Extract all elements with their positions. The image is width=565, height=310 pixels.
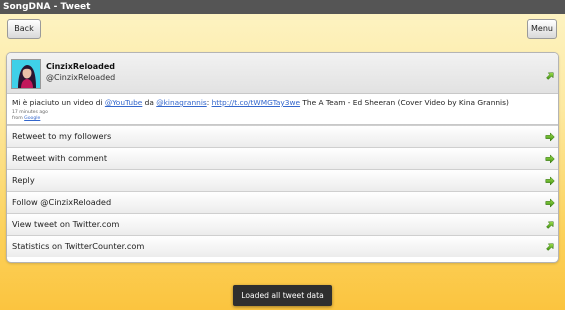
arrow-right-icon xyxy=(545,154,555,164)
tweet-handle: @CinzixReloaded xyxy=(46,73,116,82)
tweet-username: CinzixReloaded xyxy=(46,62,115,71)
tweet-source: from Google xyxy=(12,116,40,121)
tweet-text: Mi è piaciuto un video di @YouTube da @k… xyxy=(12,98,509,107)
back-button[interactable]: Back xyxy=(7,19,41,39)
kinagrannis-mention-link[interactable]: @kinagrannis xyxy=(156,98,206,107)
tweet-author-header[interactable]: CinzixReloaded @CinzixReloaded xyxy=(7,53,558,94)
row-label: Follow @CinzixReloaded xyxy=(12,197,112,207)
tweet-timestamp: 17 minutes ago xyxy=(12,110,48,115)
tweet-body: Mi è piaciuto un video di @YouTube da @k… xyxy=(7,94,558,125)
arrow-up-right-icon xyxy=(546,243,554,251)
row-label: Statistics on TwitterCounter.com xyxy=(12,241,145,251)
arrow-right-icon xyxy=(545,198,555,208)
follow-row[interactable]: Follow @CinzixReloaded xyxy=(7,191,558,213)
toast-notification: Loaded all tweet data xyxy=(233,285,332,306)
retweet-with-comment-row[interactable]: Retweet with comment xyxy=(7,147,558,169)
row-label: Retweet with comment xyxy=(12,153,108,163)
arrow-right-icon xyxy=(545,132,555,142)
arrow-up-right-icon[interactable] xyxy=(545,71,555,81)
view-on-twitter-row[interactable]: View tweet on Twitter.com xyxy=(7,213,558,235)
reply-row[interactable]: Reply xyxy=(7,169,558,191)
arrow-right-icon xyxy=(545,176,555,186)
arrow-up-right-icon xyxy=(546,221,554,229)
retweet-row[interactable]: Retweet to my followers xyxy=(7,125,558,147)
menu-button[interactable]: Menu xyxy=(527,19,557,39)
tweet-text-part: da xyxy=(142,98,157,107)
tweet-text-part: The A Team - Ed Sheeran (Cover Video by … xyxy=(300,98,509,107)
tweet-source-prefix: from xyxy=(12,116,25,121)
app-title-bar: SongDNA - Tweet xyxy=(0,0,565,14)
tweet-url-link[interactable]: http://t.co/tWMGTay3we xyxy=(212,98,301,107)
tweet-text-part: Mi è piaciuto un video di xyxy=(12,98,105,107)
statistics-row[interactable]: Statistics on TwitterCounter.com xyxy=(7,235,558,257)
app-title: SongDNA - Tweet xyxy=(3,2,91,12)
tweet-panel: CinzixReloaded @CinzixReloaded Mi è piac… xyxy=(6,52,559,263)
youtube-mention-link[interactable]: @YouTube xyxy=(105,98,142,107)
avatar xyxy=(11,59,41,89)
row-label: Retweet to my followers xyxy=(12,131,112,141)
row-label: View tweet on Twitter.com xyxy=(12,219,120,229)
tweet-source-link[interactable]: Google xyxy=(24,116,40,121)
row-label: Reply xyxy=(12,175,35,185)
